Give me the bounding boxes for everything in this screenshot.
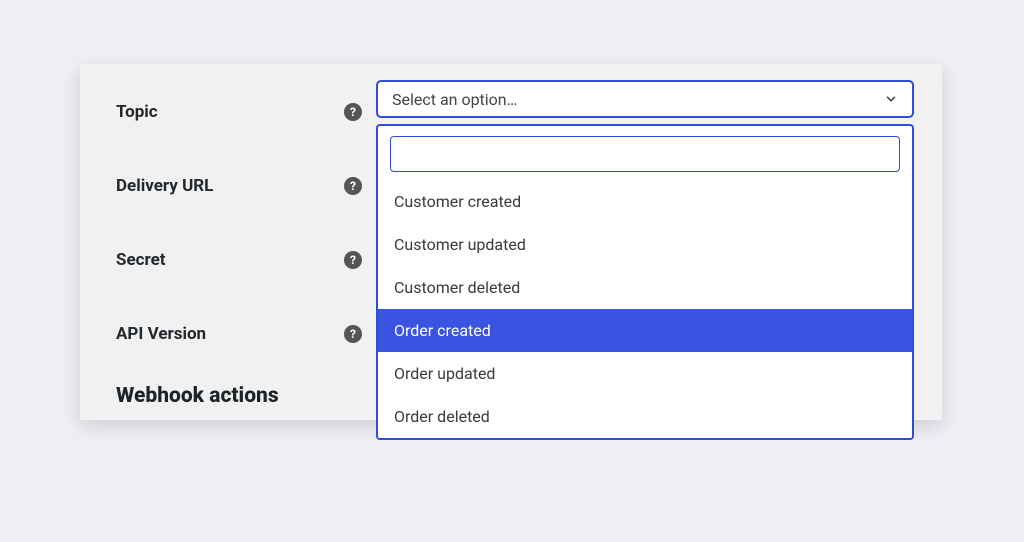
help-icon[interactable]: ? [344,177,362,195]
label-delivery-url: Delivery URL ? [116,176,376,196]
chevron-down-icon [884,92,898,106]
label-secret: Secret ? [116,250,376,270]
topic-select: Select an option… Customer createdCustom… [376,80,914,440]
topic-dropdown: Customer createdCustomer updatedCustomer… [376,124,914,440]
topic-select-button[interactable]: Select an option… [376,80,914,118]
topic-dropdown-search-wrap [378,126,912,180]
help-icon[interactable]: ? [344,251,362,269]
label-api-version: API Version ? [116,324,376,344]
topic-option[interactable]: Customer deleted [378,266,912,309]
topic-option[interactable]: Order updated [378,352,912,395]
topic-select-placeholder: Select an option… [392,90,517,109]
label-topic: Topic ? [116,102,376,122]
webhook-settings-panel: Topic ? Delivery URL ? Secret ? API Vers… [80,64,942,420]
label-secret-text: Secret [116,250,166,270]
label-delivery-url-text: Delivery URL [116,176,213,196]
help-icon[interactable]: ? [344,103,362,121]
topic-option[interactable]: Customer updated [378,223,912,266]
topic-option[interactable]: Order deleted [378,395,912,438]
topic-dropdown-search-input[interactable] [390,136,900,172]
label-api-version-text: API Version [116,324,206,344]
help-icon[interactable]: ? [344,325,362,343]
label-topic-text: Topic [116,102,158,122]
topic-option[interactable]: Customer created [378,180,912,223]
topic-option[interactable]: Order created [378,309,912,352]
